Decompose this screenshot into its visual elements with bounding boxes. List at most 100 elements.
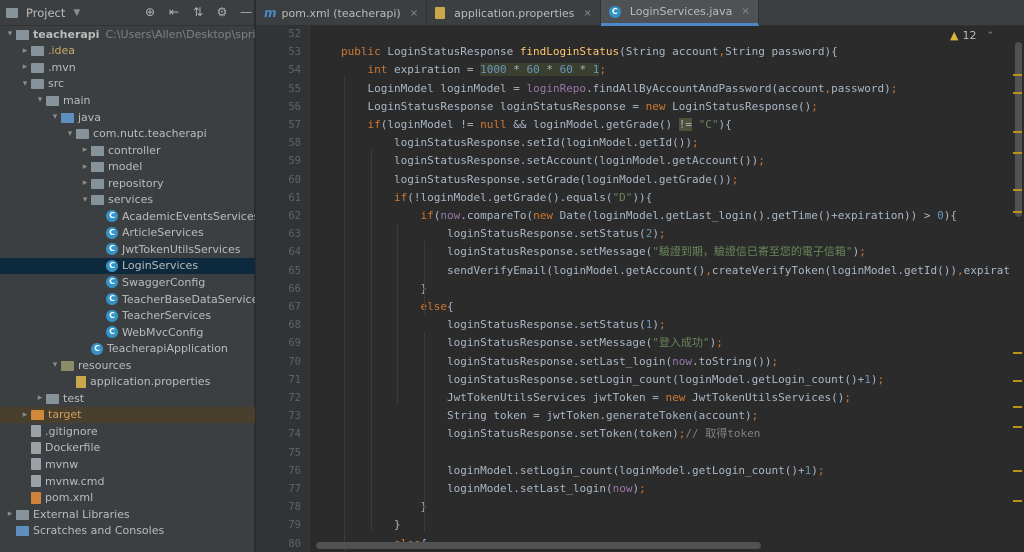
code-line[interactable]: loginStatusResponse.setLogin_count(login… <box>447 371 884 389</box>
code-editor[interactable]: 52 53 54 55 56 57 58 59 60 61 62 63 64 65 66 67 68 69 70 71… <box>256 26 1024 552</box>
tree-item[interactable]: C WebMvcConfig <box>0 324 255 341</box>
minimize-icon[interactable]: — <box>238 4 254 20</box>
error-stripe[interactable] <box>1010 26 1024 552</box>
expand-all-icon[interactable]: ⇅ <box>190 4 206 20</box>
code-line[interactable]: loginStatusResponse.setStatus(1); <box>447 316 666 334</box>
code-line[interactable]: } <box>394 516 401 534</box>
close-icon[interactable]: × <box>410 8 418 19</box>
tree-item[interactable]: C JwtTokenUtilsServices <box>0 241 255 258</box>
tree-item[interactable]: pom.xml <box>0 489 255 506</box>
tree-item[interactable]: ▸ .idea <box>0 43 255 60</box>
tree-item[interactable]: mvnw.cmd <box>0 473 255 490</box>
tree-item[interactable]: C AcademicEventsServices <box>0 208 255 225</box>
warning-mark[interactable] <box>1013 131 1022 133</box>
code-line[interactable]: loginStatusResponse.setToken(token);// 取… <box>447 425 760 443</box>
gear-icon[interactable]: ⚙ <box>214 4 230 20</box>
chevron-right-icon[interactable]: ▸ <box>79 162 91 172</box>
warning-mark[interactable] <box>1013 74 1022 76</box>
warning-mark[interactable] <box>1013 92 1022 94</box>
code-line[interactable]: int expiration = 1000 * 60 * 60 * 1; <box>368 61 606 79</box>
chevron-right-icon[interactable]: ▸ <box>34 393 46 403</box>
code-line[interactable]: LoginModel loginModel = loginRepo.findAl… <box>368 80 898 98</box>
project-view-selector[interactable]: Project ▼ <box>6 6 80 20</box>
chevron-down-icon[interactable]: ▾ <box>64 129 76 139</box>
tree-item[interactable]: ▾ resources <box>0 357 255 374</box>
chevron-up-icon[interactable]: ⌃ <box>986 31 994 41</box>
tree-item[interactable]: ▸ repository <box>0 175 255 192</box>
code-area[interactable]: public LoginStatusResponse findLoginStat… <box>311 26 1023 552</box>
code-line[interactable]: loginStatusResponse.setMessage("登入成功"); <box>447 334 723 352</box>
code-line[interactable]: else{ <box>421 298 454 316</box>
chevron-down-icon[interactable]: ▾ <box>34 95 46 105</box>
warning-mark[interactable] <box>1013 426 1022 428</box>
tree-item[interactable]: ▸ model <box>0 158 255 175</box>
close-icon[interactable]: × <box>583 8 591 19</box>
close-icon[interactable]: × <box>741 6 749 17</box>
code-line[interactable]: loginModel.setLast_login(now); <box>447 480 646 498</box>
warning-mark[interactable] <box>1013 470 1022 472</box>
tree-item[interactable]: ▾ com.nutc.teacherapi <box>0 125 255 142</box>
chevron-down-icon[interactable]: ▾ <box>49 112 61 122</box>
code-line[interactable]: if(loginModel != null && loginModel.getG… <box>368 116 732 134</box>
tree-item[interactable]: ▾ teacherapi C:\Users\Allen\Desktop\spring… <box>0 26 255 43</box>
tree-item[interactable]: ▾ src <box>0 76 255 93</box>
tree-item[interactable]: mvnw <box>0 456 255 473</box>
code-line[interactable]: loginStatusResponse.setId(loginModel.get… <box>394 134 699 152</box>
chevron-right-icon[interactable]: ▸ <box>79 145 91 155</box>
tree-item[interactable]: ▸ test <box>0 390 255 407</box>
tree-item[interactable]: C ArticleServices <box>0 225 255 242</box>
code-line[interactable]: loginStatusResponse.setAccount(loginMode… <box>394 152 765 170</box>
tree-item[interactable]: application.properties <box>0 373 255 390</box>
code-line[interactable]: String token = jwtToken.generateToken(ac… <box>447 407 758 425</box>
code-line[interactable]: JwtTokenUtilsServices jwtToken = new Jwt… <box>447 389 851 407</box>
warning-mark[interactable] <box>1013 380 1022 382</box>
editor-tab[interactable]: m pom.xml (teacherapi) × <box>256 0 428 26</box>
code-line[interactable]: LoginStatusResponse loginStatusResponse … <box>368 98 818 116</box>
tree-item[interactable]: ▾ services <box>0 191 255 208</box>
chevron-right-icon[interactable]: ▸ <box>79 178 91 188</box>
code-line[interactable]: if(!loginModel.getGrade().equals("D")){ <box>394 189 652 207</box>
chevron-right-icon[interactable]: ▸ <box>19 46 31 56</box>
warning-mark[interactable] <box>1013 152 1022 154</box>
warning-mark[interactable] <box>1013 189 1022 191</box>
warning-mark[interactable] <box>1013 211 1022 213</box>
warning-mark[interactable] <box>1013 500 1022 502</box>
chevron-down-icon[interactable]: ▾ <box>19 79 31 89</box>
tree-item[interactable]: ▾ main <box>0 92 255 109</box>
tree-item[interactable]: C SwaggerConfig <box>0 274 255 291</box>
code-line[interactable]: loginStatusResponse.setStatus(2); <box>447 225 666 243</box>
code-line[interactable]: loginModel.setLogin_count(loginModel.get… <box>447 462 825 480</box>
chevron-right-icon[interactable]: ▸ <box>19 62 31 72</box>
tree-item[interactable]: ▾ java <box>0 109 255 126</box>
tree-item[interactable]: Dockerfile <box>0 440 255 457</box>
code-line[interactable]: loginStatusResponse.setGrade(loginModel.… <box>394 171 738 189</box>
chevron-down-icon[interactable]: ▾ <box>79 195 91 205</box>
editor-tab[interactable]: C LoginServices.java × <box>600 0 759 26</box>
tree-item[interactable]: C TeacherBaseDataServices <box>0 291 255 308</box>
tree-item[interactable]: ▸ target <box>0 406 255 424</box>
code-line[interactable]: if(now.compareTo(new Date(loginModel.get… <box>421 207 957 225</box>
tree-item[interactable]: ▸ controller <box>0 142 255 159</box>
chevron-down-icon[interactable]: ▾ <box>4 29 16 39</box>
chevron-right-icon[interactable]: ▸ <box>4 509 16 519</box>
chevron-down-icon[interactable]: ▾ <box>49 360 61 370</box>
tree-item[interactable]: C LoginServices <box>0 257 255 275</box>
code-line[interactable]: loginStatusResponse.setMessage("驗證到期，驗證信… <box>447 243 866 261</box>
tree-item[interactable]: Scratches and Consoles <box>0 522 255 539</box>
horizontal-scrollbar-thumb[interactable] <box>316 542 761 549</box>
warning-mark[interactable] <box>1013 352 1022 354</box>
tree-item[interactable]: .gitignore <box>0 423 255 440</box>
tree-item[interactable]: C TeacherapiApplication <box>0 340 255 357</box>
target-icon[interactable]: ⊕ <box>142 4 158 20</box>
editor-tab[interactable]: application.properties × <box>427 0 601 26</box>
chevron-right-icon[interactable]: ▸ <box>19 410 31 420</box>
tree-item[interactable]: ▸ External Libraries <box>0 506 255 523</box>
code-line[interactable]: sendVerifyEmail(loginModel.getAccount(),… <box>447 262 1023 280</box>
warning-mark[interactable] <box>1013 406 1022 408</box>
code-line[interactable]: loginStatusResponse.setLast_login(now.to… <box>447 353 778 371</box>
code-line[interactable]: public LoginStatusResponse findLoginStat… <box>341 43 838 61</box>
tree-item[interactable]: ▸ .mvn <box>0 59 255 76</box>
inspection-widget[interactable]: ▲ 12 ⌃ <box>950 29 994 42</box>
tree-item[interactable]: C TeacherServices <box>0 307 255 324</box>
collapse-all-icon[interactable]: ⇤ <box>166 4 182 20</box>
